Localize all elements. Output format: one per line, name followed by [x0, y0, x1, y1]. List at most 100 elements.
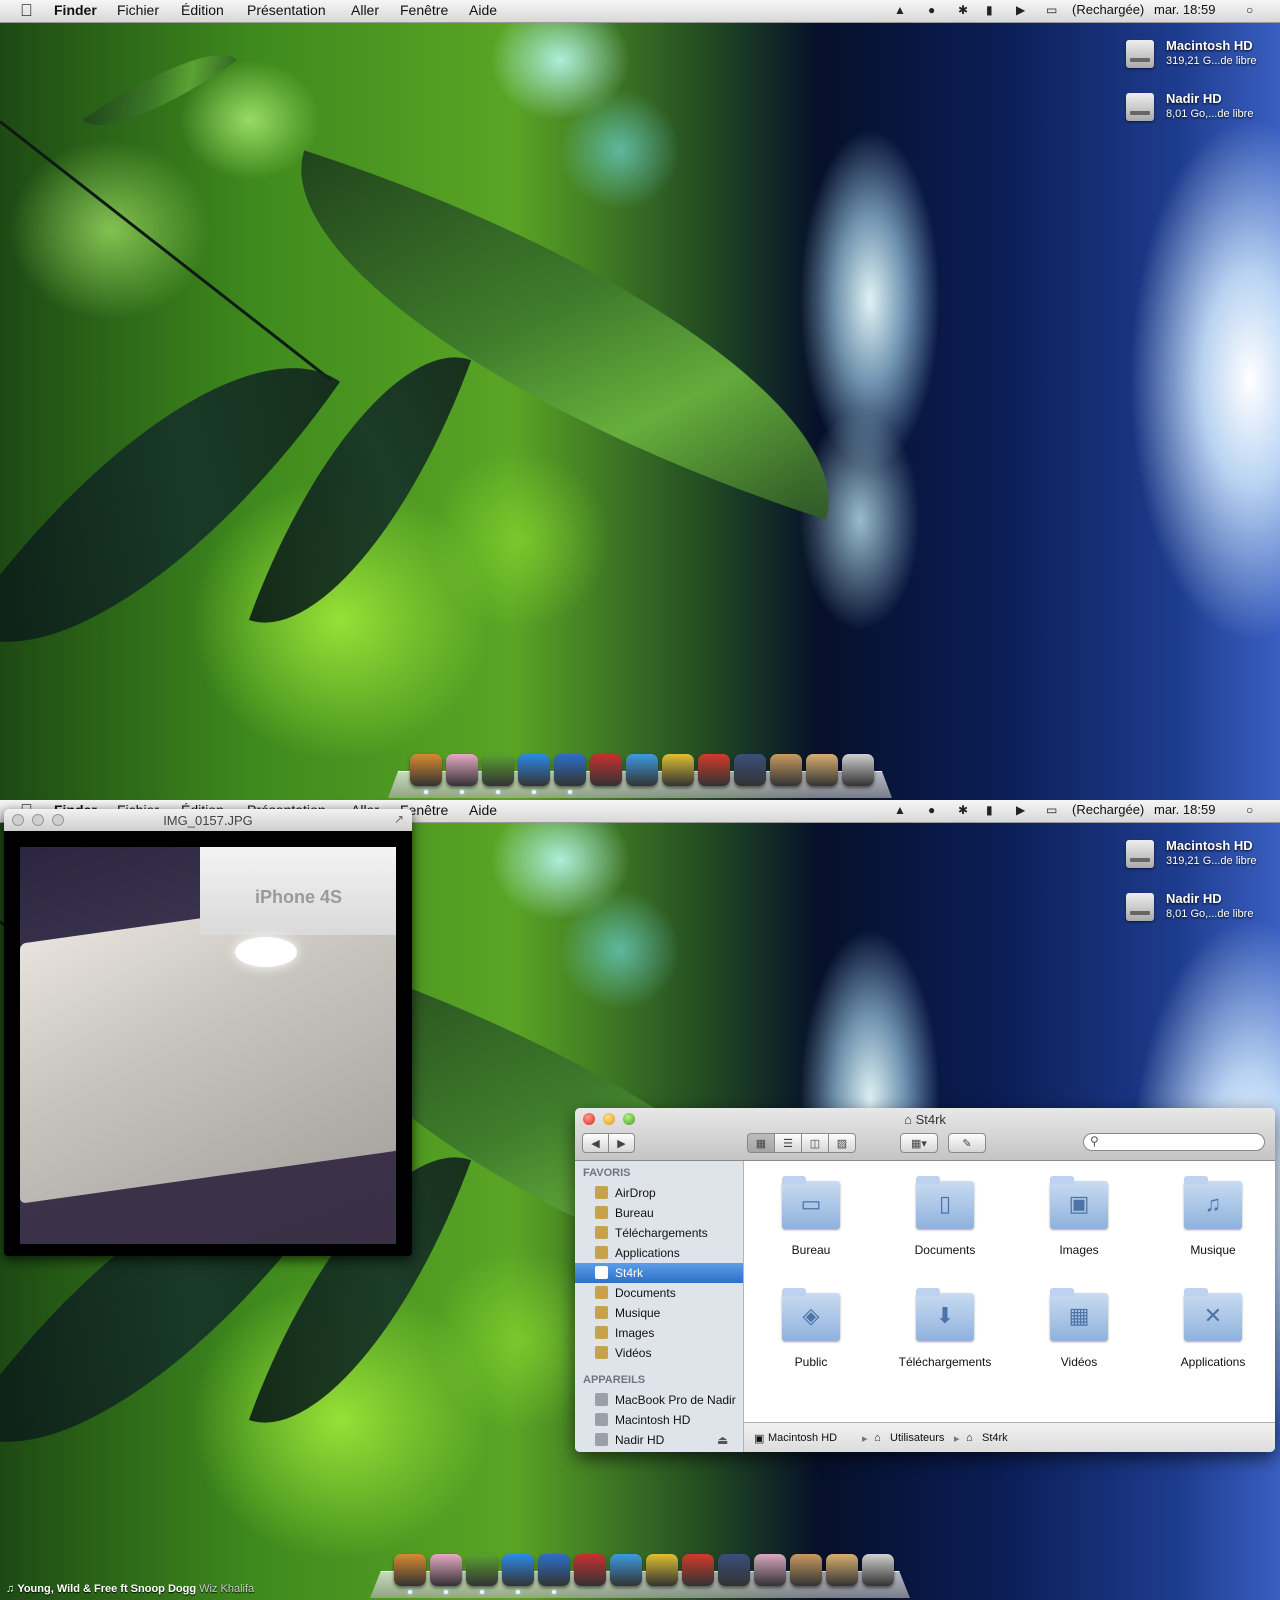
adium-icon[interactable] — [466, 1554, 498, 1586]
finder-icon[interactable] — [394, 1554, 426, 1586]
coda-icon[interactable] — [682, 1554, 714, 1586]
menu-aller[interactable]: Aller — [351, 2, 379, 18]
pokeball-icon[interactable] — [574, 1554, 606, 1586]
folder-item[interactable]: ✕ Applications — [1150, 1285, 1270, 1385]
menu-aide[interactable]: Aide — [469, 2, 497, 18]
window-titlebar[interactable]: IMG_0157.JPG ↗ — [4, 809, 412, 831]
path-item-macintosh-hd[interactable]: Macintosh HD — [768, 1432, 837, 1444]
volume-icon[interactable]: ▶ — [1016, 803, 1025, 817]
twitter-icon[interactable] — [626, 754, 658, 786]
volume-icon[interactable]: ▶ — [1016, 3, 1025, 17]
sidebar-item[interactable]: Vidéos — [575, 1343, 743, 1363]
sidebar-item[interactable]: Bureau — [575, 1203, 743, 1223]
sidebar-item[interactable]: Nadir HD ⏏ — [575, 1430, 743, 1450]
chat-icon[interactable]: ● — [928, 3, 935, 17]
finder-window[interactable]: ⌂ St4rk ◀ ▶ ▦ ☰ ◫ ▨ ▦▾ ✎ ⚲ FAVORIS APPAR… — [575, 1108, 1275, 1452]
downloads-stack-icon[interactable] — [826, 1554, 858, 1586]
desktop-volume-macintosh-hd[interactable]: Macintosh HD 319,21 G...de libre — [1126, 836, 1272, 876]
trash-icon[interactable] — [842, 754, 874, 786]
hard-disk-icon[interactable] — [1126, 893, 1154, 921]
folder-item[interactable]: ◈ Public — [748, 1285, 868, 1385]
apple-icon[interactable]:  — [20, 1, 36, 20]
signal-icon[interactable]: ▮ — [986, 3, 993, 17]
list-view-button[interactable]: ☰ — [774, 1133, 802, 1153]
pokeball-icon[interactable] — [590, 754, 622, 786]
folder-label: Musique — [1190, 1243, 1236, 1257]
signal-icon[interactable]: ▮ — [986, 803, 993, 817]
menu-edition[interactable]: Édition — [181, 2, 224, 18]
cat-icon[interactable]: ▲ — [894, 3, 906, 17]
search-input[interactable]: ⚲ — [1083, 1133, 1265, 1151]
itunes-icon[interactable] — [502, 1554, 534, 1586]
desktop-volume-macintosh-hd[interactable]: Macintosh HD 319,21 G...de libre — [1126, 36, 1272, 76]
spotlight-icon[interactable]: ○ — [1246, 3, 1253, 17]
hard-disk-icon[interactable] — [1126, 840, 1154, 868]
aperture-icon[interactable] — [718, 1554, 750, 1586]
image-preview-window[interactable]: IMG_0157.JPG ↗ iPhone 4S — [4, 809, 412, 1256]
twitter-icon[interactable] — [610, 1554, 642, 1586]
cat-icon[interactable]: ▲ — [894, 803, 906, 817]
sidebar-item[interactable]: Musique — [575, 1303, 743, 1323]
sidebar-item[interactable]: Macintosh HD — [575, 1410, 743, 1430]
folder-item[interactable]: ▣ Images — [1016, 1173, 1136, 1273]
coverflow-view-button[interactable]: ▨ — [828, 1133, 856, 1153]
new-folder-button[interactable]: ✎ — [948, 1133, 986, 1153]
battery-status[interactable]: (Rechargée) — [1072, 802, 1144, 817]
back-button[interactable]: ◀ — [582, 1133, 609, 1153]
coda-icon[interactable] — [698, 754, 730, 786]
trash-icon[interactable] — [862, 1554, 894, 1586]
folder-item[interactable]: ♫ Musique — [1150, 1173, 1270, 1273]
menu-clock[interactable]: mar. 18:59 — [1154, 2, 1215, 17]
sidebar-item[interactable]: MacBook Pro de Nadir — [575, 1390, 743, 1410]
menu-app-finder[interactable]: Finder — [54, 2, 97, 18]
path-item-st4rk[interactable]: St4rk — [982, 1432, 1008, 1444]
menu-aide[interactable]: Aide — [469, 802, 497, 818]
desktop-volume-nadir-hd[interactable]: Nadir HD 8,01 Go,...de libre — [1126, 89, 1272, 129]
sidebar-item[interactable]: AirDrop — [575, 1183, 743, 1203]
column-view-button[interactable]: ◫ — [801, 1133, 829, 1153]
menu-presentation[interactable]: Présentation — [247, 2, 326, 18]
bluetooth-icon[interactable]: ✱ — [958, 3, 968, 17]
folder-item[interactable]: ▭ Bureau — [748, 1173, 868, 1273]
documents-stack-icon[interactable] — [790, 1554, 822, 1586]
adium-icon[interactable] — [482, 754, 514, 786]
photo-icon[interactable] — [754, 1554, 786, 1586]
sidebar-item[interactable]: Images — [575, 1323, 743, 1343]
battery-icon[interactable]: ▭ — [1046, 803, 1057, 817]
sidebar-item[interactable]: Téléchargements — [575, 1223, 743, 1243]
menu-clock[interactable]: mar. 18:59 — [1154, 802, 1215, 817]
icon-view-button[interactable]: ▦ — [747, 1133, 775, 1153]
battery-status[interactable]: (Rechargée) — [1072, 2, 1144, 17]
notes-icon[interactable] — [662, 754, 694, 786]
downloads-stack-icon[interactable] — [806, 754, 838, 786]
folder-item[interactable]: ▯ Documents — [882, 1173, 1002, 1273]
desktop-volume-nadir-hd[interactable]: Nadir HD 8,01 Go,...de libre — [1126, 889, 1272, 929]
menu-fichier[interactable]: Fichier — [117, 2, 159, 18]
arrange-button[interactable]: ▦▾ — [900, 1133, 938, 1153]
hard-disk-icon[interactable] — [1126, 93, 1154, 121]
bluetooth-icon[interactable]: ✱ — [958, 803, 968, 817]
menu-fenetre[interactable]: Fenêtre — [400, 2, 448, 18]
chat-icon[interactable]: ● — [928, 803, 935, 817]
spotlight-icon[interactable]: ○ — [1246, 803, 1253, 817]
app-store-icon[interactable] — [554, 754, 586, 786]
folder-item[interactable]: ⬇ Téléchargements — [882, 1285, 1002, 1385]
path-item-utilisateurs[interactable]: Utilisateurs — [890, 1432, 944, 1444]
documents-stack-icon[interactable] — [770, 754, 802, 786]
folder-item[interactable]: ▦ Vidéos — [1016, 1285, 1136, 1385]
eye-icon[interactable] — [446, 754, 478, 786]
app-store-icon[interactable] — [538, 1554, 570, 1586]
aperture-icon[interactable] — [734, 754, 766, 786]
eject-icon[interactable]: ⏏ — [717, 1433, 728, 1447]
finder-icon[interactable] — [410, 754, 442, 786]
battery-icon[interactable]: ▭ — [1046, 3, 1057, 17]
notes-icon[interactable] — [646, 1554, 678, 1586]
sidebar-item[interactable]: Applications — [575, 1243, 743, 1263]
hard-disk-icon[interactable] — [1126, 40, 1154, 68]
sidebar-item[interactable]: Documents — [575, 1283, 743, 1303]
eye-icon[interactable] — [430, 1554, 462, 1586]
forward-button[interactable]: ▶ — [608, 1133, 635, 1153]
itunes-icon[interactable] — [518, 754, 550, 786]
fullscreen-icon[interactable]: ↗ — [394, 812, 404, 826]
sidebar-item[interactable]: St4rk — [575, 1263, 743, 1283]
